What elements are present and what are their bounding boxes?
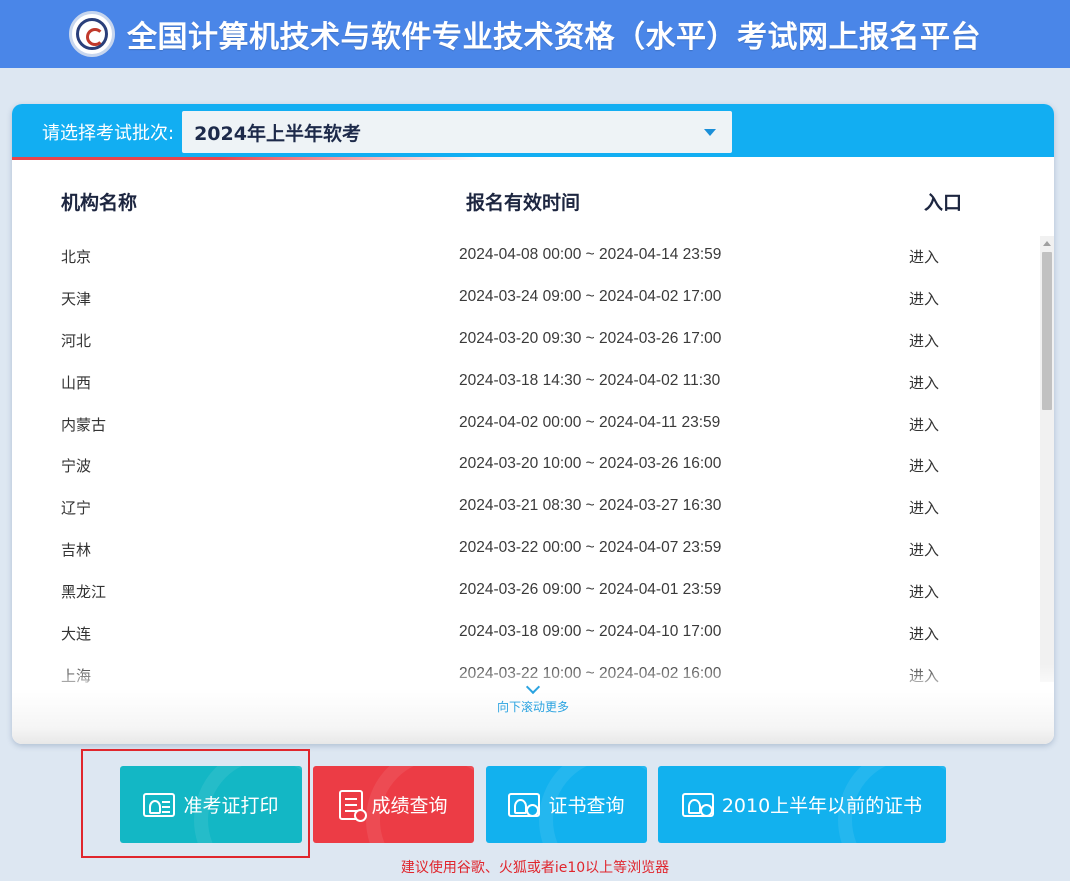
chevron-down-icon — [704, 129, 717, 136]
batch-label: 请选择考试批次: — [42, 123, 175, 144]
org-name: 河北 — [61, 331, 92, 350]
registration-time: 2024-03-20 10:00 ~ 2024-03-26 16:00 — [459, 455, 722, 473]
batch-select[interactable]: 2024年上半年软考 — [182, 111, 733, 153]
registration-panel: 请选择考试批次: 2024年上半年软考 机构名称 报名有效时间 入口 北京 202… — [12, 104, 1054, 744]
enter-link[interactable]: 进入 — [909, 288, 939, 309]
org-name: 天津 — [61, 289, 92, 308]
table-row: 黑龙江 2024-03-26 09:00 ~ 2024-04-01 23:59 进入 — [12, 569, 1040, 611]
org-name: 吉林 — [61, 541, 92, 560]
document-search-icon — [339, 789, 368, 822]
old-cert-button[interactable]: 2010上半年以前的证书 — [658, 766, 946, 843]
logo-icon — [69, 11, 115, 57]
scrollbar-thumb[interactable] — [1042, 252, 1052, 410]
enter-link[interactable]: 进入 — [909, 455, 939, 476]
registration-time: 2024-03-18 09:00 ~ 2024-04-10 17:00 — [459, 623, 722, 641]
table-header: 机构名称 报名有效时间 入口 — [12, 188, 1054, 218]
score-query-button[interactable]: 成绩查询 — [313, 766, 474, 843]
enter-link[interactable]: 进入 — [909, 581, 939, 602]
column-header-entry: 入口 — [924, 192, 963, 214]
registration-time: 2024-03-24 09:00 ~ 2024-04-02 17:00 — [459, 287, 722, 305]
table-row: 北京 2024-04-08 00:00 ~ 2024-04-14 23:59 进入 — [12, 234, 1040, 276]
registration-time: 2024-03-22 00:00 ~ 2024-04-07 23:59 — [459, 539, 722, 557]
enter-link[interactable]: 进入 — [909, 497, 939, 518]
table-row: 宁波 2024-03-20 10:00 ~ 2024-03-26 16:00 进入 — [12, 443, 1040, 485]
ticket-print-button[interactable]: 准考证打印 — [120, 766, 302, 843]
chevron-down-icon — [525, 679, 541, 695]
certificate-search-icon — [681, 792, 714, 817]
enter-link[interactable]: 进入 — [909, 414, 939, 435]
enter-link[interactable]: 进入 — [909, 623, 939, 644]
registration-time: 2024-04-02 00:00 ~ 2024-04-11 23:59 — [459, 413, 721, 431]
org-name: 黑龙江 — [61, 583, 107, 602]
site-title: 全国计算机技术与软件专业技术资格（水平）考试网上报名平台 — [127, 20, 981, 55]
column-header-org: 机构名称 — [61, 192, 138, 214]
site-header: 全国计算机技术与软件专业技术资格（水平）考试网上报名平台 — [0, 0, 1070, 68]
enter-link[interactable]: 进入 — [909, 372, 939, 393]
org-name: 内蒙古 — [61, 415, 107, 434]
registration-time: 2024-04-08 00:00 ~ 2024-04-14 23:59 — [459, 246, 722, 263]
scroll-more-hint[interactable]: 向下滚动更多 — [12, 679, 1054, 715]
registration-time: 2024-03-20 09:30 ~ 2024-03-26 17:00 — [459, 329, 722, 347]
enter-link[interactable]: 进入 — [909, 539, 939, 560]
scroll-more-label: 向下滚动更多 — [496, 700, 569, 714]
scrollbar[interactable] — [1040, 236, 1054, 682]
ticket-print-label: 准考证打印 — [183, 795, 279, 817]
enter-link[interactable]: 进入 — [909, 246, 939, 267]
batch-selected-value: 2024年上半年软考 — [194, 122, 361, 145]
institution-list: 北京 2024-04-08 00:00 ~ 2024-04-14 23:59 进入天… — [12, 234, 1040, 684]
org-name: 宁波 — [61, 457, 92, 476]
table-row: 河北 2024-03-20 09:30 ~ 2024-03-26 17:00 进入 — [12, 318, 1040, 360]
org-name: 大连 — [61, 625, 92, 644]
enter-link[interactable]: 进入 — [909, 330, 939, 351]
table-row: 天津 2024-03-24 09:00 ~ 2024-04-02 17:00 进入 — [12, 276, 1040, 318]
registration-time: 2024-03-18 14:30 ~ 2024-04-02 11:30 — [459, 371, 721, 389]
browser-note: 建议使用谷歌、火狐或者ie10以上等浏览器 — [400, 860, 670, 876]
cert-query-label: 证书查询 — [548, 795, 625, 817]
org-name: 山西 — [61, 373, 92, 392]
batch-selector-bar: 请选择考试批次: 2024年上半年软考 — [12, 104, 1054, 160]
table-row: 辽宁 2024-03-21 08:30 ~ 2024-03-27 16:30 进入 — [12, 485, 1040, 527]
scroll-up-arrow-icon[interactable] — [1043, 241, 1051, 246]
cert-query-button[interactable]: 证书查询 — [486, 766, 647, 843]
old-cert-label: 2010上半年以前的证书 — [721, 795, 923, 817]
org-name: 北京 — [61, 248, 92, 266]
certificate-search-icon — [508, 792, 541, 817]
id-card-icon — [143, 792, 176, 817]
table-row: 山西 2024-03-18 14:30 ~ 2024-04-02 11:30 进入 — [12, 360, 1040, 402]
registration-time: 2024-03-26 09:00 ~ 2024-04-01 23:59 — [459, 581, 722, 599]
table-row: 吉林 2024-03-22 00:00 ~ 2024-04-07 23:59 进入 — [12, 527, 1040, 569]
registration-time: 2024-03-21 08:30 ~ 2024-03-27 16:30 — [459, 497, 722, 515]
org-name: 辽宁 — [61, 499, 92, 518]
column-header-time: 报名有效时间 — [466, 192, 581, 214]
table-row: 内蒙古 2024-04-02 00:00 ~ 2024-04-11 23:59 进入 — [12, 402, 1040, 444]
score-query-label: 成绩查询 — [371, 795, 448, 817]
table-row: 大连 2024-03-18 09:00 ~ 2024-04-10 17:00 进入 — [12, 611, 1040, 653]
